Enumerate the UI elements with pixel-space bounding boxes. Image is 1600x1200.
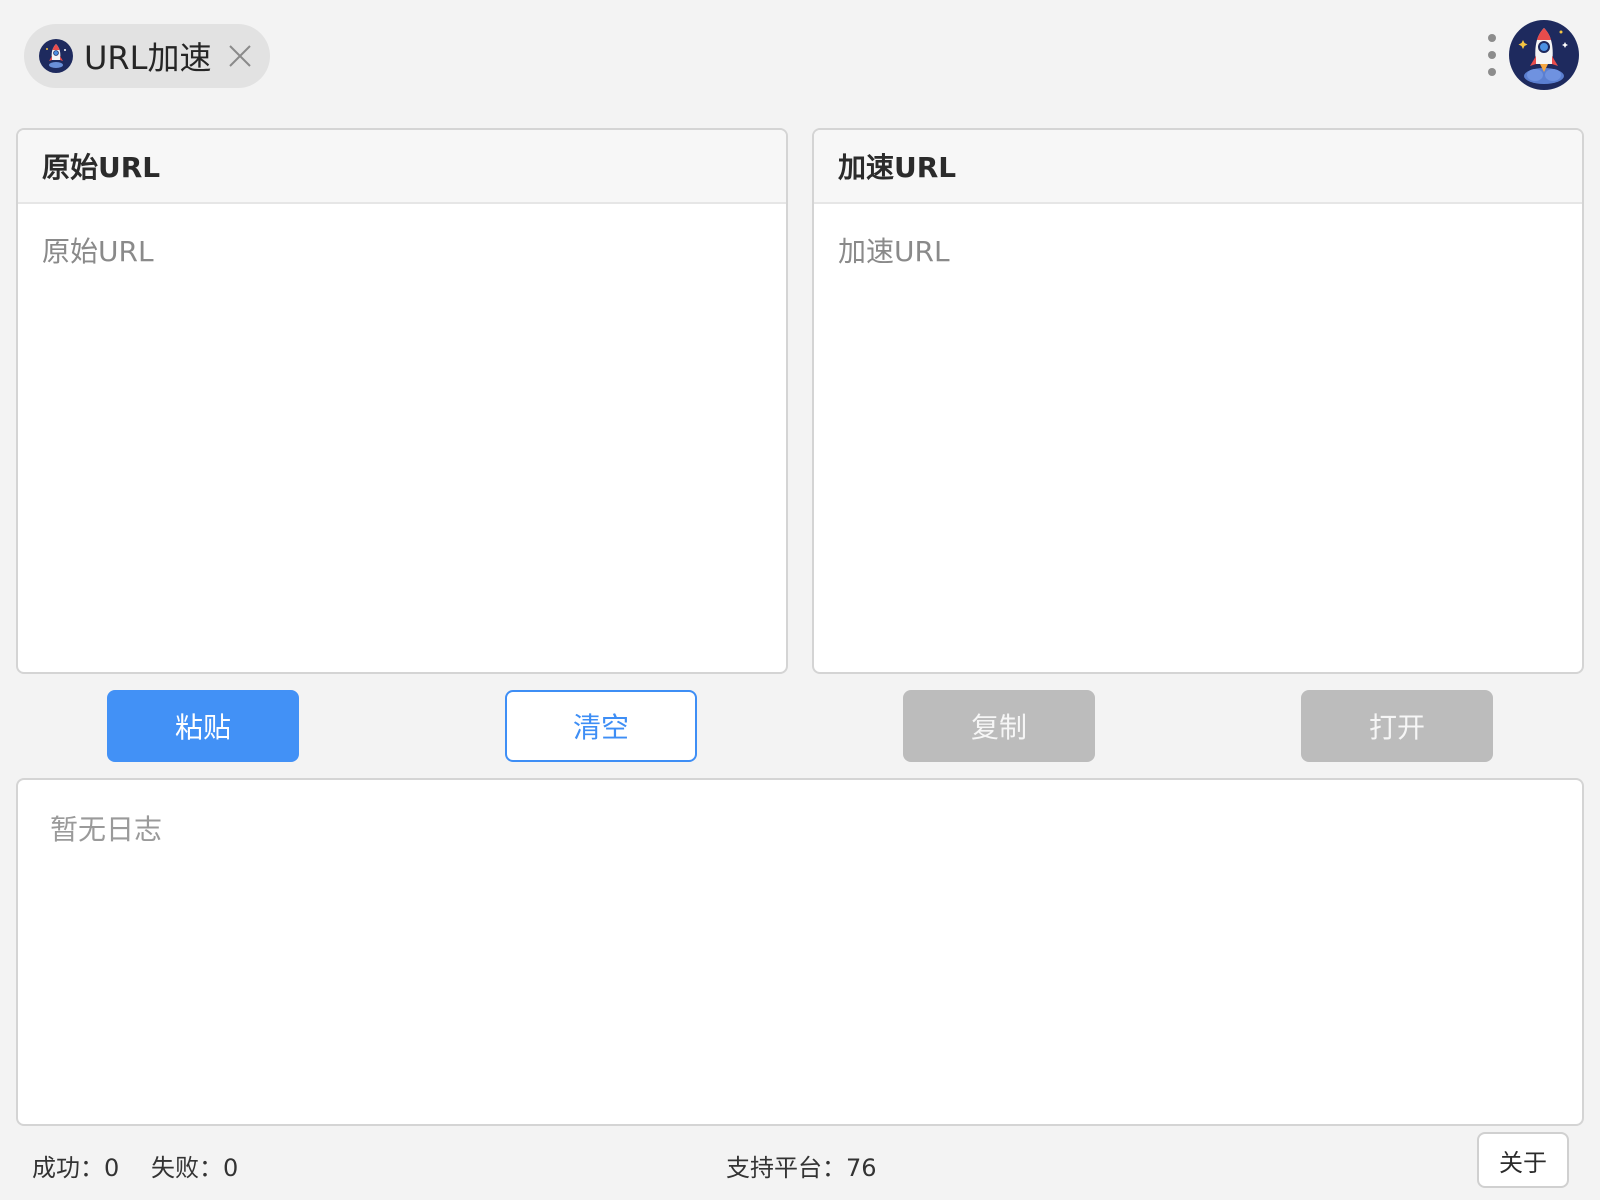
- log-panel[interactable]: 暂无日志: [16, 778, 1584, 1126]
- rocket-avatar-icon: [1509, 20, 1579, 90]
- accelerated-url-panel: 加速URL: [812, 128, 1584, 674]
- source-url-panel: 原始URL: [16, 128, 788, 674]
- success-count: 成功：0: [32, 1154, 120, 1182]
- copy-button[interactable]: 复制: [903, 690, 1095, 762]
- clear-button[interactable]: 清空: [505, 690, 697, 762]
- more-vertical-icon[interactable]: [1484, 32, 1500, 78]
- avatar[interactable]: [1509, 20, 1579, 90]
- rocket-icon: [38, 38, 74, 74]
- close-icon[interactable]: [228, 44, 252, 68]
- source-url-title: 原始URL: [18, 130, 786, 204]
- source-url-input[interactable]: [18, 204, 786, 672]
- supported-platforms: 支持平台：76: [726, 1154, 877, 1182]
- log-empty-text: 暂无日志: [50, 813, 163, 846]
- about-button[interactable]: 关于: [1477, 1132, 1569, 1188]
- paste-button[interactable]: 粘贴: [107, 690, 299, 762]
- status-bar: 成功：0 失败：0 支持平台：76 关于: [0, 1132, 1600, 1192]
- open-button[interactable]: 打开: [1301, 690, 1493, 762]
- accelerated-url-title: 加速URL: [814, 130, 1582, 204]
- tab-title: URL加速: [84, 39, 212, 77]
- accelerated-url-output[interactable]: [814, 204, 1582, 672]
- app-tab[interactable]: URL加速: [24, 24, 270, 88]
- fail-count: 失败：0: [151, 1154, 239, 1182]
